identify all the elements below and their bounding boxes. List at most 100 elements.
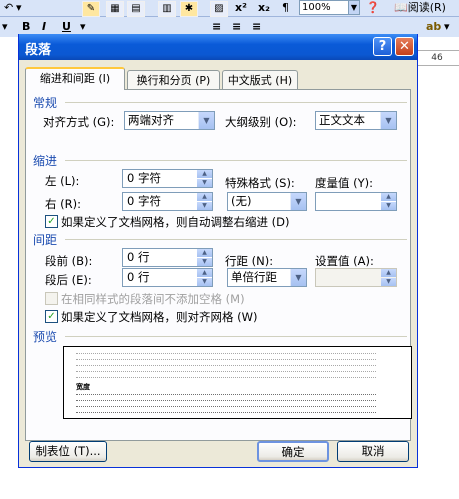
divider bbox=[65, 239, 407, 240]
chevron-down-icon: ▼ bbox=[290, 269, 306, 286]
spin-up-icon[interactable]: ▲ bbox=[197, 193, 212, 201]
subscript-icon[interactable]: x₂ bbox=[258, 0, 270, 15]
dialog-titlebar[interactable]: 段落 ? ✕ bbox=[19, 34, 417, 60]
spin-down-icon[interactable]: ▼ bbox=[197, 258, 212, 266]
preview-next-line bbox=[76, 412, 376, 417]
space-after-label: 段后 (E): bbox=[45, 273, 92, 287]
tab-indent-spacing[interactable]: 缩进和间距 (I) bbox=[25, 67, 125, 90]
justify-icon[interactable]: ≡ bbox=[252, 19, 261, 35]
drawing-icon[interactable]: ✱ bbox=[180, 1, 198, 17]
preview-prev-line bbox=[76, 365, 376, 370]
columns-icon[interactable]: ▥ bbox=[158, 1, 176, 17]
show-hide-icon[interactable]: ¶ bbox=[282, 0, 289, 15]
help-button[interactable]: ? bbox=[373, 37, 392, 56]
space-after-spinner[interactable]: 0 行 ▲ ▼ bbox=[122, 268, 213, 287]
section-general: 常规 bbox=[33, 96, 58, 110]
spin-down-icon[interactable]: ▼ bbox=[381, 278, 396, 286]
ok-button[interactable]: 确定 bbox=[257, 441, 329, 462]
spin-up-icon[interactable]: ▲ bbox=[197, 269, 212, 277]
spin-up-icon[interactable]: ▲ bbox=[381, 269, 396, 277]
divider bbox=[65, 102, 407, 103]
indent-left-label: 左 (L): bbox=[45, 174, 80, 188]
spin-down-icon[interactable]: ▼ bbox=[197, 202, 212, 210]
dialog-title: 段落 bbox=[25, 43, 52, 58]
checkmark-icon: ✓ bbox=[47, 216, 56, 227]
outline-level-label: 大纲级别 (O): bbox=[225, 115, 297, 129]
preview-sample-text: 宽度 bbox=[76, 383, 90, 391]
tabs-button[interactable]: 制表位 (T)... bbox=[29, 441, 107, 462]
line-spacing-select[interactable]: 单倍行距 ▼ bbox=[227, 268, 307, 287]
section-indent: 缩进 bbox=[33, 154, 58, 168]
spin-up-icon[interactable]: ▲ bbox=[197, 170, 212, 178]
undo-dropdown-icon[interactable]: ▾ bbox=[16, 0, 22, 15]
document-map-icon[interactable]: ▨ bbox=[210, 1, 228, 17]
section-preview: 预览 bbox=[33, 330, 58, 344]
tab-asian-typography[interactable]: 中文版式 (H) bbox=[222, 70, 298, 89]
special-indent-label: 特殊格式 (S): bbox=[225, 176, 295, 190]
indent-left-spinner[interactable]: 0 字符 ▲ ▼ bbox=[122, 169, 213, 188]
font-color-dropdown-icon[interactable]: ▾ bbox=[80, 19, 86, 35]
spin-down-icon[interactable]: ▼ bbox=[197, 278, 212, 286]
preview-next-line bbox=[76, 400, 376, 405]
space-before-label: 段前 (B): bbox=[45, 254, 93, 268]
chevron-down-icon: ▼ bbox=[290, 193, 306, 210]
spin-up-icon[interactable]: ▲ bbox=[197, 249, 212, 257]
indent-by-label: 度量值 (Y): bbox=[315, 176, 374, 190]
section-spacing: 间距 bbox=[33, 233, 58, 247]
spin-up-icon[interactable]: ▲ bbox=[381, 193, 396, 201]
auto-adjust-right-indent-checkbox[interactable]: ✓ bbox=[45, 215, 58, 228]
preview-prev-line bbox=[76, 377, 376, 382]
insert-excel-icon[interactable]: ▤ bbox=[127, 1, 145, 17]
space-before-spinner[interactable]: 0 行 ▲ ▼ bbox=[122, 248, 213, 267]
zoom-combo[interactable]: 100% bbox=[299, 0, 351, 15]
ruler-segment: 46 bbox=[413, 50, 459, 66]
line-spacing-at-spinner[interactable]: ▲ ▼ bbox=[315, 268, 397, 287]
highlight-dropdown-icon[interactable]: ▾ bbox=[444, 19, 450, 35]
tab-line-page-breaks[interactable]: 换行和分页 (P) bbox=[127, 70, 220, 89]
chevron-down-icon: ▼ bbox=[198, 112, 214, 129]
highlight-icon[interactable]: ab bbox=[426, 19, 441, 35]
align-center-icon[interactable]: ≡ bbox=[212, 19, 221, 35]
insert-table-icon[interactable]: ▦ bbox=[106, 1, 124, 17]
preview-next-line bbox=[76, 406, 376, 411]
bold-icon[interactable]: B bbox=[22, 19, 30, 35]
indent-right-label: 右 (R): bbox=[45, 197, 81, 211]
line-spacing-at-label: 设置值 (A): bbox=[315, 254, 374, 268]
line-spacing-label: 行距 (N): bbox=[225, 254, 274, 268]
snap-to-grid-label: 如果定义了文档网格，则对齐网格 (W) bbox=[61, 310, 258, 324]
help-icon[interactable]: ❓ bbox=[366, 0, 380, 15]
word-toolbar-top: ↶ ▾ ✎ ▦ ▤ ▥ ✱ ▨ x² x₂ ¶ 100% ▼ ❓ 📖阅读(R) bbox=[0, 0, 459, 17]
close-button[interactable]: ✕ bbox=[395, 37, 414, 56]
style-dropdown-icon[interactable]: ▾ bbox=[2, 19, 8, 35]
italic-icon[interactable]: I bbox=[42, 19, 46, 35]
book-icon: 📖 bbox=[394, 1, 408, 14]
preview-next-line bbox=[76, 394, 376, 399]
superscript-icon[interactable]: x² bbox=[235, 0, 247, 15]
zoom-dropdown-icon[interactable]: ▼ bbox=[348, 0, 360, 15]
snap-to-grid-checkbox[interactable]: ✓ bbox=[45, 310, 58, 323]
alignment-select[interactable]: 两端对齐 ▼ bbox=[124, 111, 215, 130]
preview-box: 宽度 bbox=[63, 346, 412, 419]
checkmark-icon: ✓ bbox=[47, 311, 56, 322]
special-indent-select[interactable]: (无) ▼ bbox=[227, 192, 307, 211]
read-mode-button[interactable]: 📖阅读(R) bbox=[394, 0, 446, 15]
outline-level-select[interactable]: 正文文本 ▼ bbox=[315, 111, 397, 130]
no-space-same-style-label: 在相同样式的段落间不添加空格 (M) bbox=[61, 292, 245, 306]
format-painter-icon[interactable]: ✎ bbox=[82, 1, 100, 17]
preview-prev-line bbox=[76, 359, 376, 364]
divider bbox=[65, 336, 407, 337]
align-right-icon[interactable]: ≡ bbox=[232, 19, 241, 35]
indent-by-spinner[interactable]: ▲ ▼ bbox=[315, 192, 397, 211]
indent-right-spinner[interactable]: 0 字符 ▲ ▼ bbox=[122, 192, 213, 211]
paragraph-dialog: 段落 ? ✕ 缩进和间距 (I) 换行和分页 (P) 中文版式 (H) 常规 对… bbox=[18, 34, 418, 468]
question-icon: ? bbox=[378, 39, 387, 54]
spin-down-icon[interactable]: ▼ bbox=[381, 202, 396, 210]
no-space-same-style-checkbox[interactable] bbox=[45, 292, 58, 305]
alignment-label: 对齐方式 (G): bbox=[43, 115, 115, 129]
close-icon: ✕ bbox=[399, 39, 410, 54]
spin-down-icon[interactable]: ▼ bbox=[197, 179, 212, 187]
undo-icon[interactable]: ↶ bbox=[4, 0, 13, 15]
underline-icon[interactable]: U bbox=[62, 19, 71, 35]
cancel-button[interactable]: 取消 bbox=[337, 441, 409, 462]
divider bbox=[65, 160, 407, 161]
